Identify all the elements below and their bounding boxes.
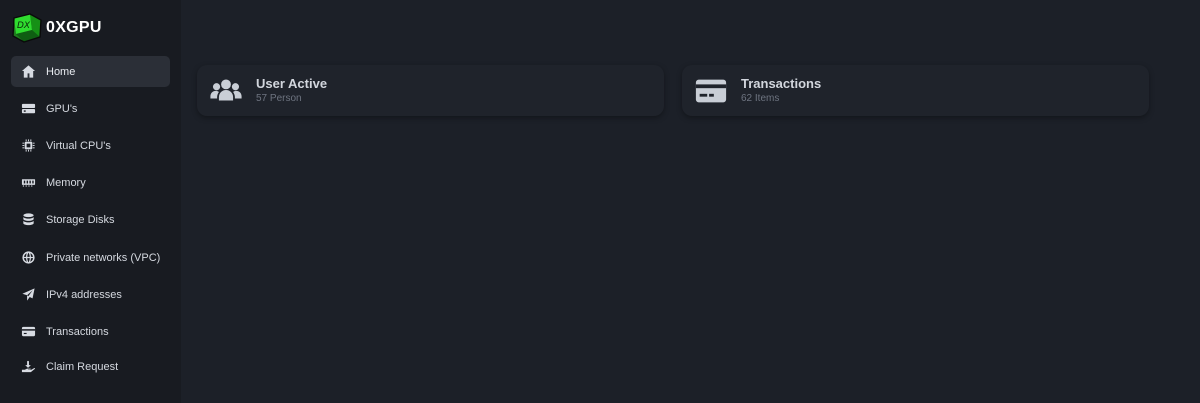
card-subtitle: 57 Person [256, 93, 302, 104]
server-icon [19, 100, 37, 118]
card-title: Transactions [741, 76, 822, 91]
user-active-card[interactable]: User Active 57 Person [197, 65, 664, 116]
brand[interactable]: DX 0XGPU [10, 12, 102, 44]
sidebar-item-transactions[interactable]: Transactions [11, 316, 170, 347]
brand-name: 0XGPU [46, 19, 102, 36]
sidebar-item-label: IPv4 addresses [46, 288, 122, 301]
chip-icon [19, 137, 37, 155]
sidebar-item-home[interactable]: Home [11, 56, 170, 87]
database-icon [19, 211, 37, 229]
sidebar-item-storage-disks[interactable]: Storage Disks [11, 204, 170, 235]
card-text: Transactions 62 Items [741, 76, 821, 105]
card-text: User Active 57 Person [256, 76, 327, 105]
sidebar-item-memory[interactable]: Memory [11, 167, 170, 198]
sidebar: DX 0XGPU Home GPU's Virtual CPU's Memory… [0, 0, 181, 403]
send-icon [19, 286, 37, 304]
sidebar-item-label: Claim Request [46, 360, 119, 373]
transactions-card[interactable]: Transactions 62 Items [682, 65, 1149, 116]
sidebar-item-gpus[interactable]: GPU's [11, 93, 170, 124]
sidebar-item-label: Home [46, 65, 76, 78]
sidebar-item-label: GPU's [46, 102, 78, 115]
home-icon [19, 63, 37, 81]
users-icon [208, 73, 244, 109]
sidebar-item-label: Virtual CPU's [46, 139, 111, 152]
credit-card-icon [19, 323, 37, 341]
sidebar-item-claim-request[interactable]: Claim Request [11, 351, 170, 382]
sidebar-item-label: Private networks (VPC) [46, 251, 161, 264]
sidebar-item-virtual-cpus[interactable]: Virtual CPU's [11, 130, 170, 161]
memory-icon [19, 174, 37, 192]
credit-card-icon [693, 73, 729, 109]
sidebar-item-ipv4-addresses[interactable]: IPv4 addresses [11, 279, 170, 310]
sidebar-item-label: Memory [46, 176, 86, 189]
card-title: User Active [256, 76, 328, 91]
sidebar-item-private-networks[interactable]: Private networks (VPC) [11, 242, 170, 273]
brand-logo-text: DX [17, 21, 31, 31]
card-subtitle: 62 Items [741, 93, 780, 104]
sidebar-item-label: Transactions [46, 325, 109, 338]
brand-logo-icon: DX [12, 13, 42, 43]
globe-icon [19, 249, 37, 267]
sidebar-item-label: Storage Disks [46, 213, 115, 226]
hand-holding-icon [19, 358, 37, 376]
